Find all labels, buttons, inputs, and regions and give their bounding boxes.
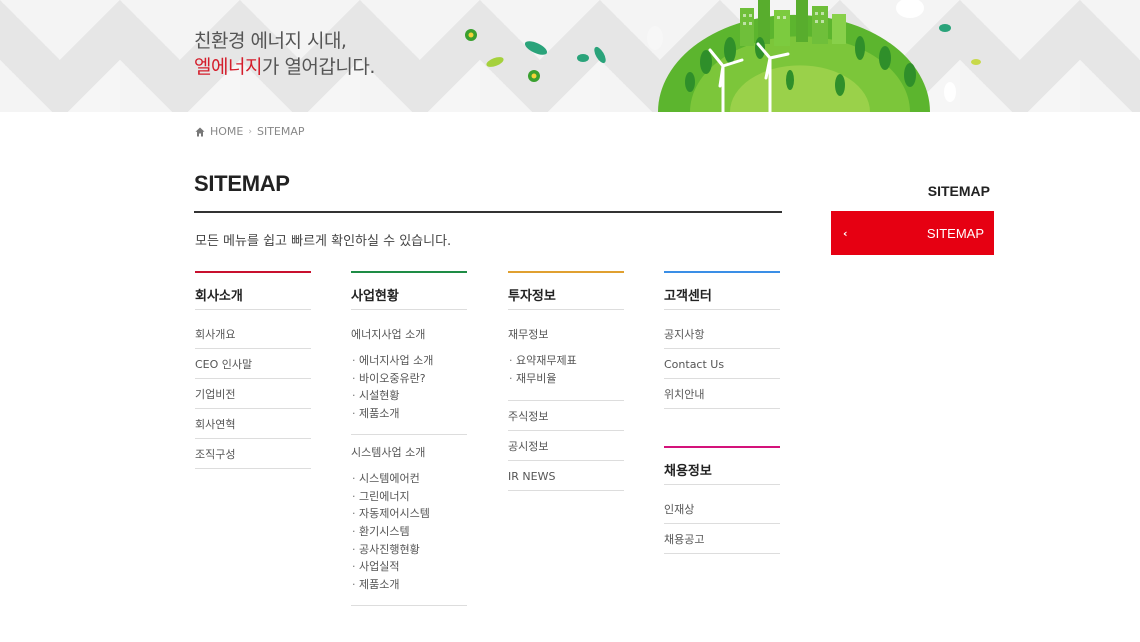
sub-link[interactable]: 그린에너지 <box>351 488 467 506</box>
sub-link[interactable]: 시설현황 <box>351 387 467 405</box>
sitemap-link[interactable]: 채용공고 <box>664 524 780 554</box>
sitemap-column-investment: 투자정보 재무정보 요약재무제표 재무비율 주식정보 공시정보 IR NEWS <box>508 271 624 492</box>
sitemap-link[interactable]: 공지사항 <box>664 319 780 349</box>
sub-link[interactable]: 시스템에어컨 <box>351 470 467 488</box>
sub-link-group: 에너지사업 소개 바이오중유란? 시설현황 제품소개 <box>351 349 467 435</box>
sitemap-link[interactable]: 회사개요 <box>195 319 311 349</box>
breadcrumb-separator-icon: › <box>248 126 252 137</box>
sub-link[interactable]: 제품소개 <box>351 405 467 423</box>
sub-link[interactable]: 제품소개 <box>351 576 467 594</box>
eco-city-illustration <box>465 0 981 112</box>
breadcrumb-current: SITEMAP <box>256 125 305 138</box>
sitemap-link[interactable]: 재무정보 <box>508 319 624 349</box>
slogan-line-2: 엘에너지가 열어갑니다. <box>194 54 375 80</box>
column-heading-support[interactable]: 고객센터 <box>664 271 780 310</box>
column-heading-business[interactable]: 사업현황 <box>351 271 467 310</box>
sidebar-title: SITEMAP <box>927 183 990 199</box>
title-divider <box>194 211 782 213</box>
column-heading-recruit[interactable]: 채용정보 <box>664 446 780 485</box>
sidebar-button-label: SITEMAP <box>926 225 984 241</box>
sub-link[interactable]: 사업실적 <box>351 558 467 576</box>
sitemap-link[interactable]: 기업비전 <box>195 379 311 409</box>
sitemap-link[interactable]: 위치안내 <box>664 379 780 409</box>
sub-link[interactable]: 자동제어시스템 <box>351 505 467 523</box>
sitemap-link[interactable]: 에너지사업 소개 <box>351 319 467 349</box>
sub-link[interactable]: 공사진행현황 <box>351 541 467 559</box>
column-heading-investment[interactable]: 투자정보 <box>508 271 624 310</box>
sitemap-link[interactable]: 주식정보 <box>508 401 624 432</box>
sub-link[interactable]: 바이오중유란? <box>351 370 467 388</box>
sitemap-column-business: 사업현황 에너지사업 소개 에너지사업 소개 바이오중유란? 시설현황 제품소개… <box>351 271 467 606</box>
sub-link[interactable]: 재무비율 <box>508 370 624 388</box>
sitemap-column-company: 회사소개 회사개요 CEO 인사말 기업비전 회사연혁 조직구성 <box>195 271 311 469</box>
breadcrumb-home-link[interactable]: HOME <box>210 125 243 138</box>
sub-link[interactable]: 환기시스템 <box>351 523 467 541</box>
banner-slogan: 친환경 에너지 시대, 엘에너지가 열어갑니다. <box>194 28 375 80</box>
sitemap-link[interactable]: CEO 인사말 <box>195 349 311 379</box>
sitemap-link[interactable]: IR NEWS <box>508 461 624 492</box>
sidebar-sitemap-button[interactable]: ‹ SITEMAP <box>831 211 994 255</box>
sitemap-link[interactable]: 시스템사업 소개 <box>351 437 467 467</box>
page-intro: 모든 메뉴를 쉽고 빠르게 확인하실 수 있습니다. <box>195 234 452 249</box>
sitemap-link[interactable]: 조직구성 <box>195 439 311 469</box>
sitemap-link[interactable]: 인재상 <box>664 494 780 524</box>
chevron-left-icon: ‹ <box>843 226 848 240</box>
sitemap-link[interactable]: 회사연혁 <box>195 409 311 439</box>
sitemap-link[interactable]: Contact Us <box>664 349 780 379</box>
top-banner: 친환경 에너지 시대, 엘에너지가 열어갑니다. <box>0 0 1140 112</box>
sitemap-column-support: 고객센터 공지사항 Contact Us 위치안내 채용정보 인재상 채용공고 <box>664 271 780 554</box>
slogan-line-2-rest: 가 열어갑니다. <box>261 56 375 78</box>
breadcrumb: HOME › SITEMAP <box>195 125 305 138</box>
column-heading-company[interactable]: 회사소개 <box>195 271 311 310</box>
sub-link[interactable]: 요약재무제표 <box>508 352 624 370</box>
slogan-brand: 엘에너지 <box>194 56 262 78</box>
page-title: SITEMAP <box>194 171 290 196</box>
home-icon[interactable] <box>195 127 205 137</box>
sub-link-group: 요약재무제표 재무비율 <box>508 349 624 402</box>
sitemap-link[interactable]: 공시정보 <box>508 431 624 462</box>
sub-link-group: 시스템에어컨 그린에너지 자동제어시스템 환기시스템 공사진행현황 사업실적 제… <box>351 467 467 606</box>
slogan-line-1: 친환경 에너지 시대, <box>194 30 347 52</box>
sub-link[interactable]: 에너지사업 소개 <box>351 352 467 370</box>
